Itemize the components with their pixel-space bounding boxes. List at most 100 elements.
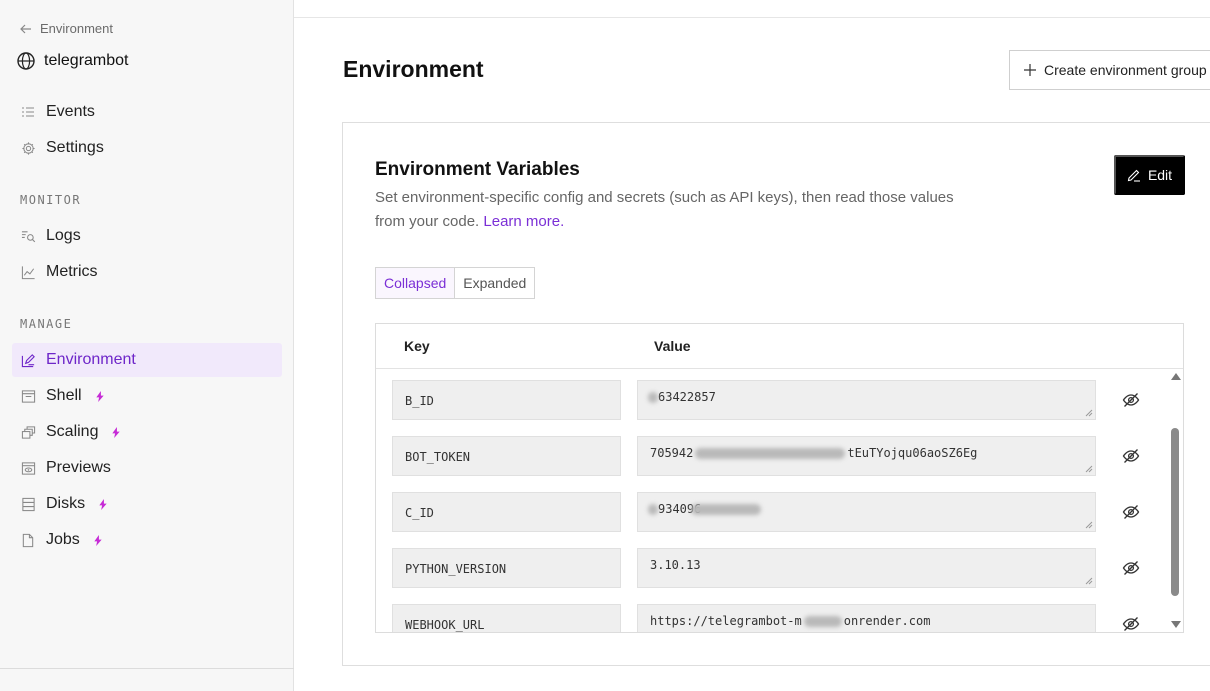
sidebar-item-scaling[interactable]: Scaling xyxy=(12,415,282,449)
manage-section-title: MANAGE xyxy=(20,317,73,331)
blurred-secret xyxy=(691,504,762,515)
previews-icon xyxy=(20,460,36,476)
variable-value-input[interactable]: 63422857 xyxy=(637,380,1096,420)
service-name-label: telegrambot xyxy=(44,52,129,69)
variable-key-input[interactable]: WEBHOOK_URL xyxy=(392,604,621,632)
bolt-icon xyxy=(95,390,104,402)
variable-value-text: 705942 xyxy=(650,446,694,460)
table-row: PYTHON_VERSION 3.10.13 xyxy=(376,548,1166,588)
sidebar-item-environment[interactable]: Environment xyxy=(12,343,282,377)
sidebar-item-label: Disks xyxy=(46,495,86,512)
logs-search-icon xyxy=(20,228,36,244)
bolt-icon xyxy=(112,426,121,438)
variable-value-input[interactable]: 3.10.13 xyxy=(637,548,1096,588)
sidebar-item-label: Logs xyxy=(46,227,81,244)
env-variables-table: Key Value B_ID 63422857 BOT_TOKEN 705942… xyxy=(375,323,1184,633)
sidebar-item-label: Metrics xyxy=(46,263,98,280)
card-description-text: Set environment-specific config and secr… xyxy=(375,189,954,230)
scroll-up-arrow-icon[interactable] xyxy=(1171,373,1181,380)
table-body: B_ID 63422857 BOT_TOKEN 705942 tEuTYojqu0… xyxy=(376,370,1183,632)
view-mode-toggle: Collapsed Expanded xyxy=(375,267,536,299)
sidebar-item-disks[interactable]: Disks xyxy=(12,487,282,521)
sidebar-item-events[interactable]: Events xyxy=(12,95,282,129)
sidebar-item-label: Scaling xyxy=(46,423,99,440)
sidebar: Environment telegrambot Events Settings … xyxy=(0,0,294,691)
list-icon xyxy=(20,104,36,120)
page-title: Environment xyxy=(343,56,484,82)
sidebar-item-shell[interactable]: Shell xyxy=(12,379,282,413)
top-divider xyxy=(294,17,1210,18)
variable-value-text: tEuTYojqu06aoSZ6Eg xyxy=(847,446,978,460)
chart-icon xyxy=(20,264,36,280)
scaling-icon xyxy=(20,424,36,440)
create-environment-group-label: Create environment group xyxy=(1044,62,1207,78)
service-name[interactable]: telegrambot xyxy=(16,51,129,71)
create-environment-group-button[interactable]: Create environment group xyxy=(1009,50,1210,90)
variable-value-text: 3.10.13 xyxy=(650,558,701,572)
eye-slash-icon[interactable] xyxy=(1122,391,1140,409)
column-header-key: Key xyxy=(404,338,430,354)
edit-button[interactable]: Edit xyxy=(1114,155,1185,195)
view-mode-expanded[interactable]: Expanded xyxy=(454,268,535,298)
variable-value-text: 63422857 xyxy=(658,390,716,404)
pencil-icon xyxy=(1127,169,1140,182)
variable-value-input[interactable]: https://telegrambot-m onrender.com xyxy=(637,604,1096,632)
eye-slash-icon[interactable] xyxy=(1122,503,1140,521)
sidebar-item-previews[interactable]: Previews xyxy=(12,451,282,485)
bolt-icon xyxy=(94,534,102,546)
globe-icon xyxy=(17,52,35,70)
vertical-scrollbar[interactable] xyxy=(1167,370,1183,632)
table-row: B_ID 63422857 xyxy=(376,380,1166,420)
scroll-down-arrow-icon[interactable] xyxy=(1171,621,1181,628)
sidebar-item-label: Environment xyxy=(46,351,136,368)
sidebar-item-label: Previews xyxy=(46,459,111,476)
sidebar-item-logs[interactable]: Logs xyxy=(12,219,282,253)
blurred-secret xyxy=(648,392,658,403)
monitor-section-title: MONITOR xyxy=(20,193,82,207)
environment-variables-card: Environment Variables Set environment-sp… xyxy=(342,122,1210,666)
sidebar-item-label: Shell xyxy=(46,387,82,404)
variable-key-input[interactable]: B_ID xyxy=(392,380,621,420)
learn-more-link[interactable]: Learn more. xyxy=(483,213,564,230)
blurred-secret xyxy=(648,504,658,515)
card-description: Set environment-specific config and secr… xyxy=(375,186,955,234)
bolt-icon xyxy=(99,498,107,510)
blurred-secret xyxy=(803,616,842,627)
table-row: BOT_TOKEN 705942 tEuTYojqu06aoSZ6Eg xyxy=(376,436,1166,476)
back-link-label: Environment xyxy=(40,21,113,36)
terminal-icon xyxy=(20,388,36,404)
variable-value-input[interactable]: 934096 xyxy=(637,492,1096,532)
resize-handle-icon[interactable] xyxy=(1085,465,1093,473)
environment-icon xyxy=(20,352,36,368)
sidebar-item-metrics[interactable]: Metrics xyxy=(12,255,282,289)
resize-handle-icon[interactable] xyxy=(1085,577,1093,585)
resize-handle-icon[interactable] xyxy=(1085,521,1093,529)
eye-slash-icon[interactable] xyxy=(1122,615,1140,632)
variable-value-input[interactable]: 705942 tEuTYojqu06aoSZ6Eg xyxy=(637,436,1096,476)
sidebar-item-settings[interactable]: Settings xyxy=(12,131,282,165)
eye-slash-icon[interactable] xyxy=(1122,559,1140,577)
plus-icon xyxy=(1024,64,1036,76)
sidebar-item-label: Events xyxy=(46,103,95,120)
scroll-thumb[interactable] xyxy=(1171,428,1179,596)
view-mode-collapsed[interactable]: Collapsed xyxy=(376,268,455,298)
sidebar-item-jobs[interactable]: Jobs xyxy=(12,523,282,557)
table-row: WEBHOOK_URL https://telegrambot-m onrende… xyxy=(376,604,1166,632)
gear-icon xyxy=(20,140,36,156)
variable-key-input[interactable]: BOT_TOKEN xyxy=(392,436,621,476)
resize-handle-icon[interactable] xyxy=(1085,409,1093,417)
eye-slash-icon[interactable] xyxy=(1122,447,1140,465)
variable-key-input[interactable]: C_ID xyxy=(392,492,621,532)
disk-icon xyxy=(20,496,36,512)
card-title: Environment Variables xyxy=(375,159,580,180)
edit-button-label: Edit xyxy=(1147,167,1173,183)
arrow-left-icon xyxy=(20,24,31,33)
sidebar-item-label: Settings xyxy=(46,139,104,156)
blurred-secret xyxy=(695,448,846,459)
back-link[interactable]: Environment xyxy=(20,21,113,36)
table-row: C_ID 934096 xyxy=(376,492,1166,532)
variable-value-text: https://telegrambot-m xyxy=(650,614,802,628)
variable-key-input[interactable]: PYTHON_VERSION xyxy=(392,548,621,588)
jobs-icon xyxy=(20,532,36,548)
sidebar-divider xyxy=(0,668,294,669)
